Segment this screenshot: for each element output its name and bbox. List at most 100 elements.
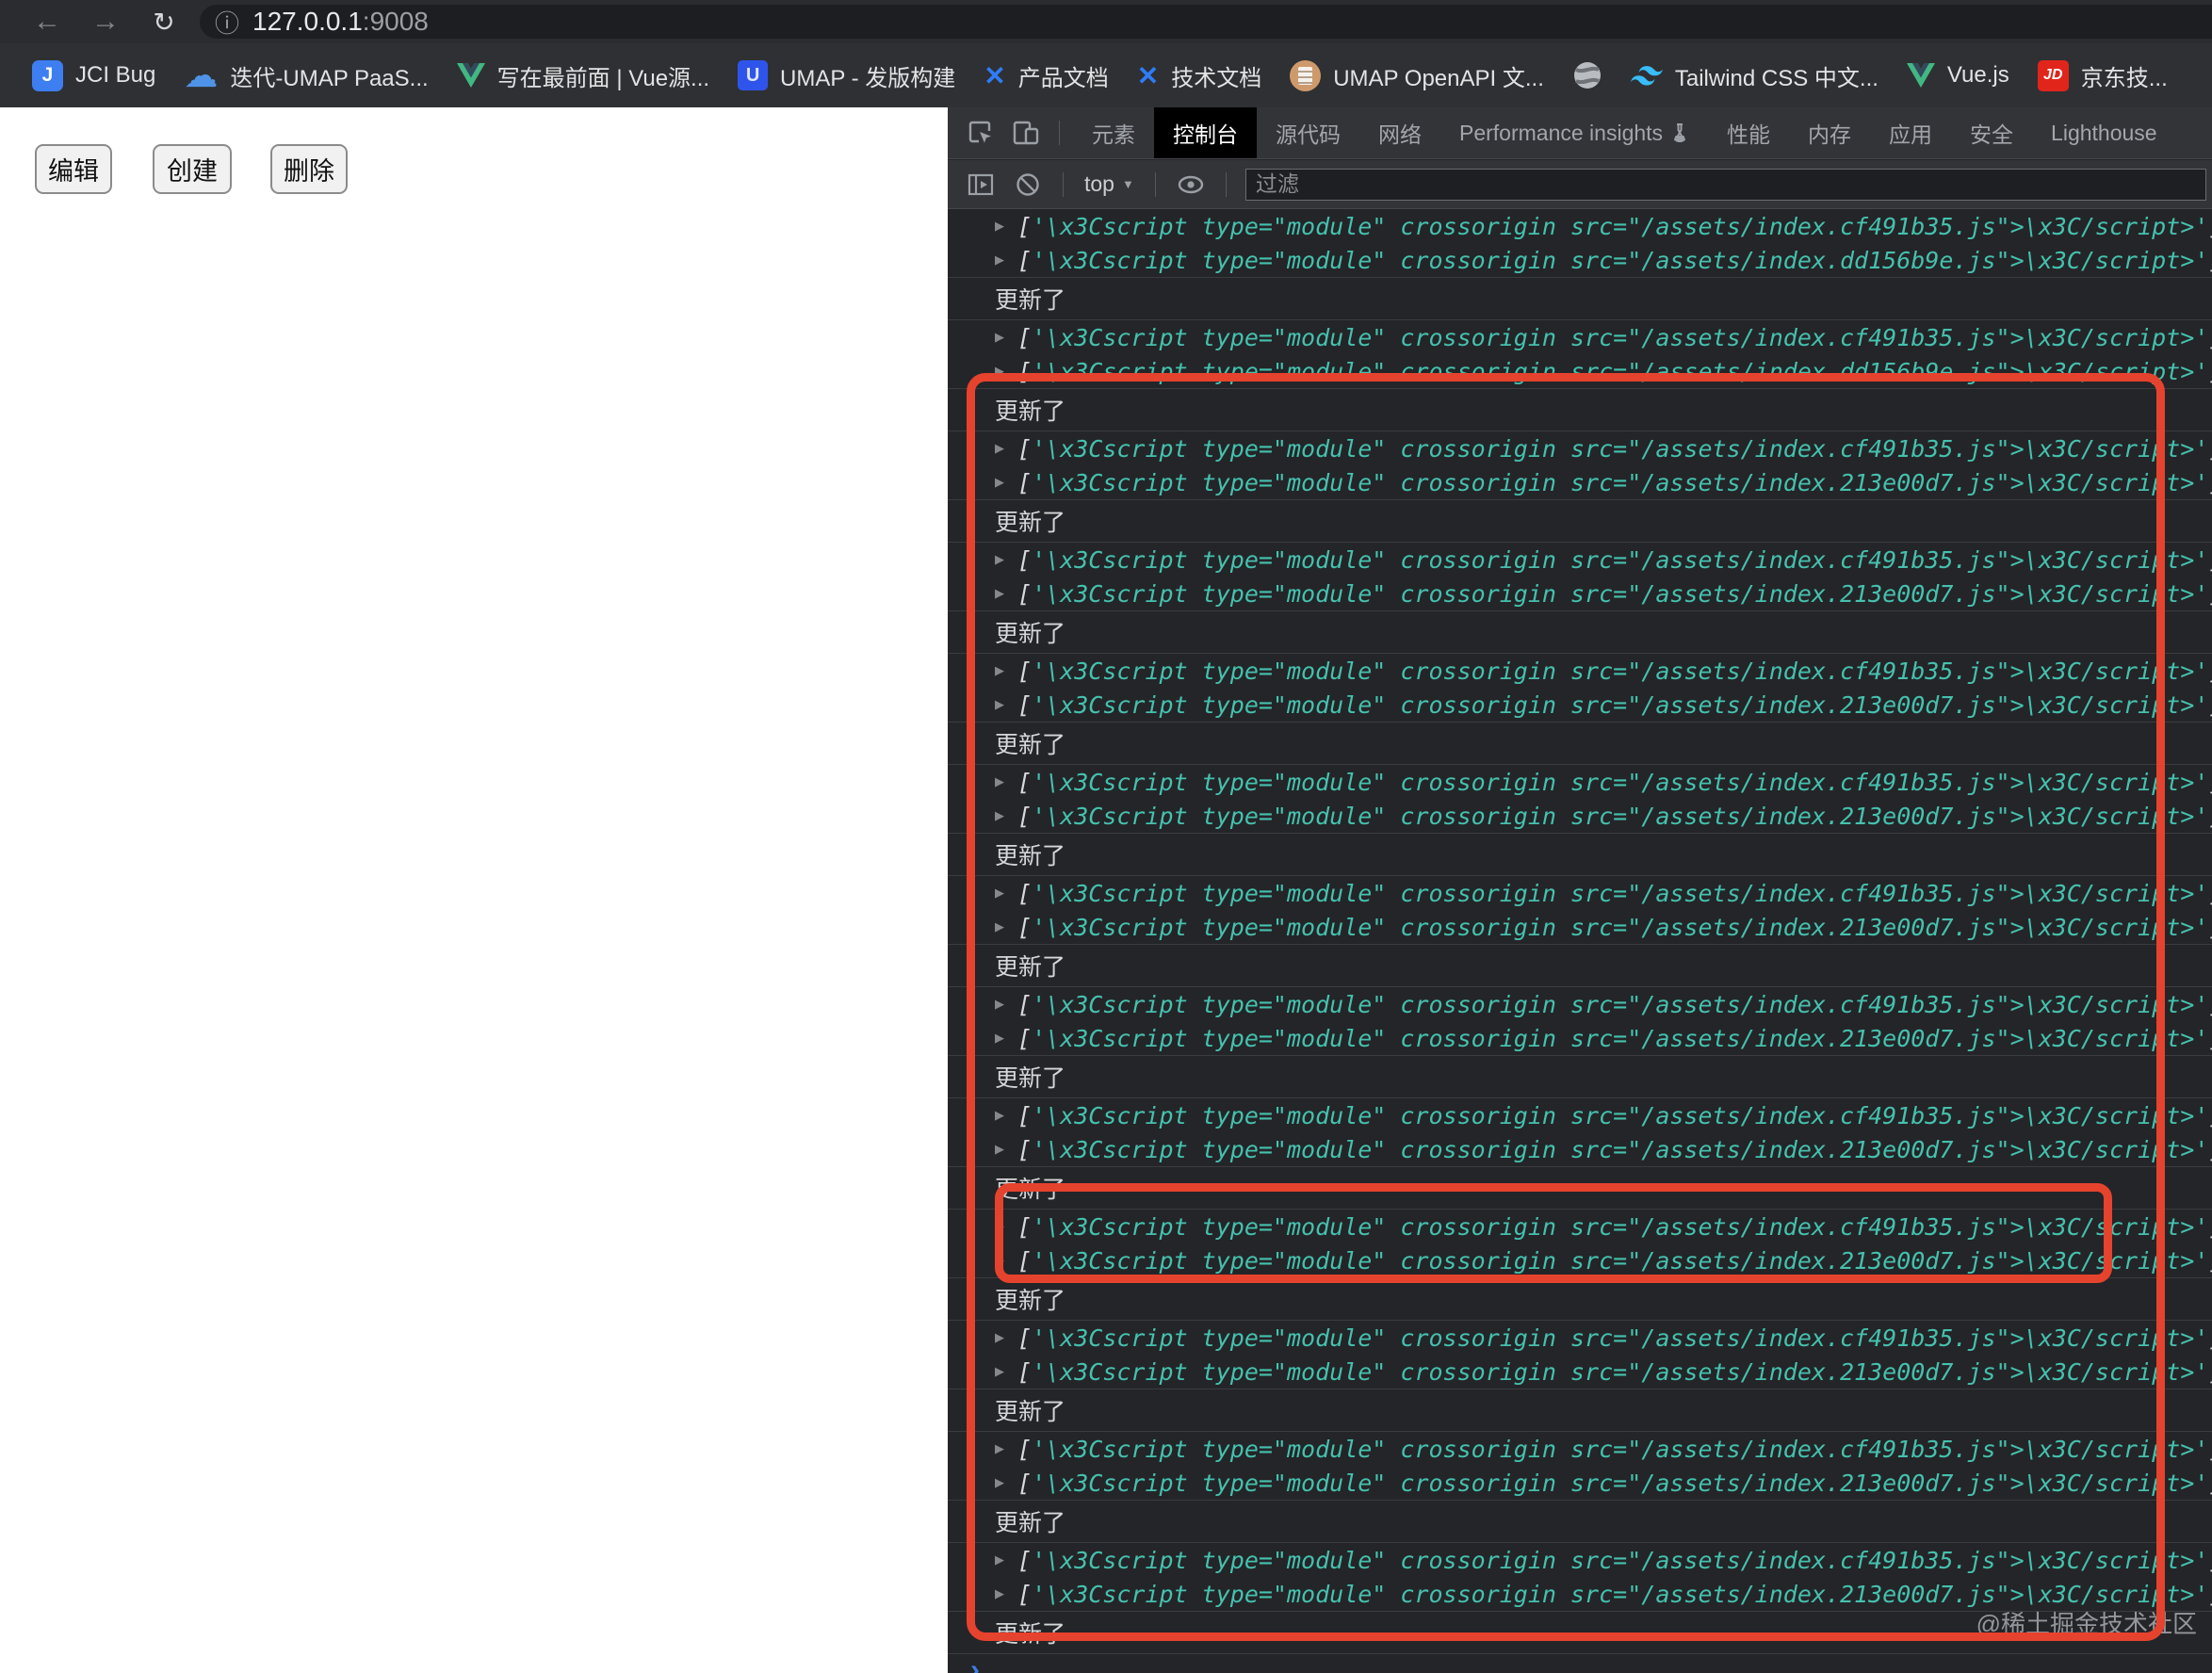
address-bar[interactable]: ⓘ 127.0.0.1:9008 (200, 5, 2212, 39)
log-array-preview: ['\x3Cscript type="module" crossorigin s… (1017, 914, 2212, 941)
back-button[interactable]: ← (26, 6, 68, 38)
console-log-row[interactable]: ▶['\x3Cscript type="module" crossorigin … (948, 354, 2212, 388)
device-toolbar-icon[interactable] (1006, 113, 1046, 153)
forward-button[interactable]: → (85, 6, 126, 38)
expand-triangle-icon[interactable]: ▶ (995, 1330, 1017, 1345)
create-button[interactable]: 创建 (153, 144, 232, 194)
expand-triangle-icon[interactable]: ▶ (995, 552, 1017, 567)
console-filter-input[interactable] (1245, 169, 2206, 201)
expand-triangle-icon[interactable]: ▶ (995, 997, 1017, 1012)
expand-triangle-icon[interactable]: ▶ (995, 1108, 1017, 1123)
expand-triangle-icon[interactable]: ▶ (995, 1364, 1017, 1379)
console-log-row[interactable]: ▶['\x3Cscript type="module" crossorigin … (948, 243, 2212, 277)
expand-triangle-icon[interactable]: ▶ (995, 1586, 1017, 1601)
console-log-row[interactable]: ▶['\x3Cscript type="module" crossorigin … (948, 320, 2212, 354)
bookmark-item[interactable]: UMAP OpenAPI 文... (1290, 59, 1544, 92)
expand-triangle-icon[interactable]: ▶ (995, 808, 1017, 823)
console-log-row[interactable]: ▶['\x3Cscript type="module" crossorigin … (948, 1466, 2212, 1500)
devtools-tab[interactable]: 安全 (1951, 107, 2032, 158)
expand-triangle-icon[interactable]: ▶ (995, 252, 1017, 268)
devtools-tab[interactable]: Lighthouse (2032, 107, 2176, 158)
console-log-row[interactable]: ▶['\x3Cscript type="module" crossorigin … (948, 987, 2212, 1021)
context-selector[interactable]: top ▼ (1079, 171, 1140, 197)
expand-triangle-icon[interactable]: ▶ (995, 219, 1017, 234)
tab-label: 内存 (1808, 117, 1851, 149)
console-log-row[interactable]: ▶['\x3Cscript type="module" crossorigin … (948, 1543, 2212, 1577)
bookmark-item[interactable]: JJCI Bug (32, 60, 155, 91)
globe-favicon (1572, 60, 1602, 90)
console-log-row[interactable]: ▶['\x3Cscript type="module" crossorigin … (948, 688, 2212, 722)
log-array-preview: ['\x3Cscript type="module" crossorigin s… (1017, 769, 2212, 796)
devtools-tab[interactable]: 内存 (1789, 107, 1870, 158)
bookmark-item[interactable] (1572, 60, 1602, 90)
log-array-preview: ['\x3Cscript type="module" crossorigin s… (1017, 546, 2212, 574)
expand-triangle-icon[interactable]: ▶ (995, 1475, 1017, 1490)
expand-triangle-icon[interactable]: ▶ (995, 364, 1017, 379)
bookmark-item[interactable]: Vue.js (1907, 62, 2009, 89)
console-sidebar-icon[interactable] (961, 165, 1000, 204)
console-log-row[interactable]: ▶['\x3Cscript type="module" crossorigin … (948, 543, 2212, 577)
console-log-row[interactable]: ▶['\x3Cscript type="module" crossorigin … (948, 465, 2212, 499)
console-log-row[interactable]: ▶['\x3Cscript type="module" crossorigin … (948, 1243, 2212, 1277)
bookmark-item[interactable]: Tailwind CSS 中文... (1631, 59, 1879, 92)
console-log-row[interactable]: ▶['\x3Cscript type="module" crossorigin … (948, 654, 2212, 688)
expand-triangle-icon[interactable]: ▶ (995, 441, 1017, 456)
console-log-row[interactable]: ▶['\x3Cscript type="module" crossorigin … (948, 1132, 2212, 1166)
expand-triangle-icon[interactable]: ▶ (995, 697, 1017, 712)
devtools-tab[interactable]: 控制台 (1154, 107, 1257, 158)
expand-triangle-icon[interactable]: ▶ (995, 885, 1017, 901)
expand-triangle-icon[interactable]: ▶ (995, 586, 1017, 601)
expand-triangle-icon[interactable]: ▶ (995, 1441, 1017, 1456)
devtools-tab[interactable]: 网络 (1359, 107, 1440, 158)
expand-triangle-icon[interactable]: ▶ (995, 919, 1017, 934)
console-log-row[interactable]: ▶['\x3Cscript type="module" crossorigin … (948, 765, 2212, 799)
console-log-row[interactable]: ▶['\x3Cscript type="module" crossorigin … (948, 577, 2212, 610)
expand-triangle-icon[interactable]: ▶ (995, 1552, 1017, 1567)
console-log-row[interactable]: ▶['\x3Cscript type="module" crossorigin … (948, 1432, 2212, 1466)
expand-triangle-icon[interactable]: ▶ (995, 774, 1017, 789)
expand-triangle-icon[interactable]: ▶ (995, 663, 1017, 678)
console-log-row[interactable]: ▶['\x3Cscript type="module" crossorigin … (948, 1210, 2212, 1243)
devtools-panel: 元素控制台源代码网络Performance insights性能内存应用安全Li… (948, 107, 2212, 1673)
bookmark-item[interactable]: ✕技术文档 (1137, 59, 1261, 92)
console-log-row[interactable]: ▶['\x3Cscript type="module" crossorigin … (948, 1021, 2212, 1055)
console-log[interactable]: ▶['\x3Cscript type="module" crossorigin … (948, 209, 2212, 1673)
site-info-icon[interactable]: ⓘ (215, 5, 239, 39)
console-log-row[interactable]: ▶['\x3Cscript type="module" crossorigin … (948, 209, 2212, 243)
expand-triangle-icon[interactable]: ▶ (995, 475, 1017, 490)
console-log-row[interactable]: ▶['\x3Cscript type="module" crossorigin … (948, 1321, 2212, 1355)
edit-button[interactable]: 编辑 (35, 144, 112, 194)
live-expression-eye-icon[interactable] (1171, 165, 1211, 204)
console-log-message: 更新了 (948, 388, 2212, 431)
bookmark-item[interactable]: ✕产品文档 (984, 59, 1108, 92)
inspect-element-icon[interactable] (961, 113, 1000, 153)
expand-triangle-icon[interactable]: ▶ (995, 1031, 1017, 1046)
reload-button[interactable]: ↻ (143, 7, 185, 38)
devtools-tab[interactable]: 性能 (1708, 107, 1789, 158)
console-log-message: 更新了 (948, 610, 2212, 654)
console-log-row[interactable]: ▶['\x3Cscript type="module" crossorigin … (948, 1355, 2212, 1389)
bookmark-item[interactable]: JD京东技... (2038, 59, 2168, 92)
console-log-row[interactable]: ▶['\x3Cscript type="module" crossorigin … (948, 910, 2212, 944)
console-prompt[interactable]: › (948, 1654, 2212, 1673)
bookmark-item[interactable]: 写在最前面 | Vue源... (457, 59, 709, 92)
devtools-tab[interactable]: 应用 (1870, 107, 1951, 158)
console-log-row[interactable]: ▶['\x3Cscript type="module" crossorigin … (948, 799, 2212, 833)
expand-triangle-icon[interactable]: ▶ (995, 1142, 1017, 1157)
console-log-row[interactable]: ▶['\x3Cscript type="module" crossorigin … (948, 876, 2212, 910)
console-log-row[interactable]: ▶['\x3Cscript type="module" crossorigin … (948, 431, 2212, 465)
bookmark-item[interactable]: UUMAP - 发版构建 (738, 59, 955, 92)
expand-triangle-icon[interactable]: ▶ (995, 1219, 1017, 1234)
devtools-tab[interactable]: 元素 (1073, 107, 1154, 158)
bookmark-item[interactable]: ☁迭代-UMAP PaaS... (184, 56, 428, 95)
clear-console-icon[interactable] (1008, 165, 1048, 204)
console-log-row[interactable]: ▶['\x3Cscript type="module" crossorigin … (948, 1098, 2212, 1132)
devtools-tab[interactable]: 源代码 (1257, 107, 1359, 158)
expand-triangle-icon[interactable]: ▶ (995, 330, 1017, 345)
console-log-message: 更新了 (948, 944, 2212, 987)
expand-triangle-icon[interactable]: ▶ (995, 1253, 1017, 1268)
console-log-message: 更新了 (948, 1055, 2212, 1098)
delete-button[interactable]: 删除 (270, 144, 348, 194)
log-array-preview: ['\x3Cscript type="module" crossorigin s… (1017, 469, 2212, 496)
devtools-tab[interactable]: Performance insights (1440, 107, 1708, 158)
